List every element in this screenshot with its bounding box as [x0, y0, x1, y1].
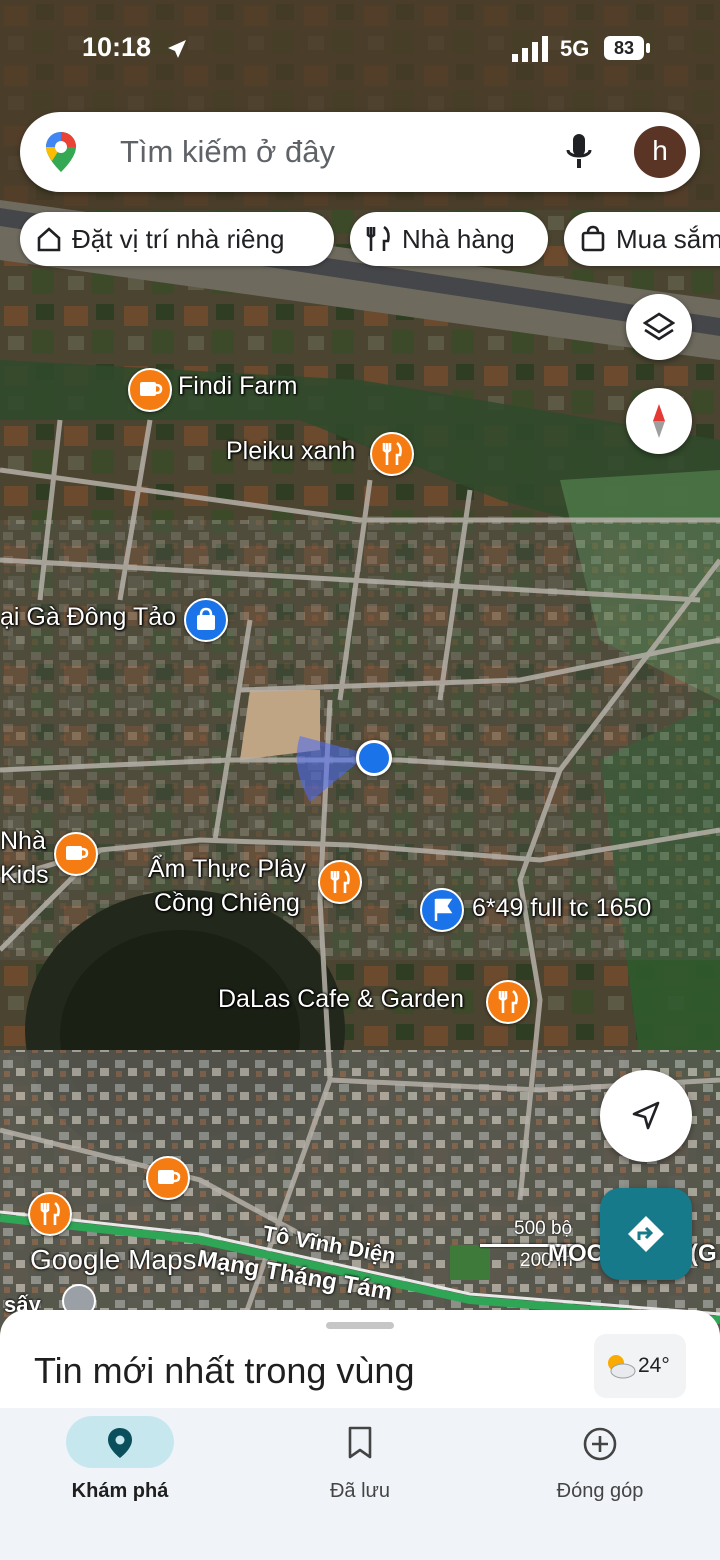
shopping-bag-icon — [581, 225, 605, 252]
chip-shopping[interactable]: Mua sắm — [564, 212, 720, 266]
cafe-icon — [66, 846, 89, 860]
google-maps-logo-icon — [46, 132, 76, 172]
nav-saved[interactable]: Đã lưu — [240, 1408, 480, 1528]
directions-icon — [628, 1216, 664, 1252]
poi-pin-pleiku-xanh[interactable] — [370, 432, 414, 476]
nav-explore[interactable]: Khám phá — [0, 1408, 240, 1528]
weather-chip[interactable]: 24° — [594, 1334, 686, 1398]
restaurant-icon — [366, 225, 390, 251]
partly-cloudy-icon — [608, 1355, 636, 1379]
explore-pin-icon — [108, 1428, 132, 1458]
network-type: 5G — [560, 36, 590, 61]
chip-home[interactable]: Đặt vị trí nhà riêng — [20, 212, 334, 266]
location-arrow-icon — [168, 40, 186, 58]
nav-saved-label: Đã lưu — [329, 1480, 391, 1502]
current-location-dot — [356, 740, 392, 776]
layers-button[interactable] — [626, 294, 692, 360]
status-bar: 10:18 5G 83 — [0, 28, 720, 72]
poi-pin-dalas-cafe[interactable] — [486, 980, 530, 1024]
nav-contribute-label: Đóng góp — [556, 1480, 644, 1502]
directions-button[interactable] — [600, 1188, 692, 1280]
navigation-arrow-icon — [632, 1101, 660, 1130]
sheet-drag-handle[interactable] — [326, 1322, 394, 1329]
google-maps-watermark: Google Maps — [30, 1244, 197, 1275]
poi-pin-flag[interactable] — [420, 888, 464, 932]
poi-pin-am-thuc-play[interactable] — [318, 860, 362, 904]
poi-label-dalas-cafe[interactable]: DaLas Cafe & Garden — [218, 985, 464, 1014]
location-heading-beam — [296, 736, 368, 802]
nav-contribute[interactable]: Đóng góp — [480, 1408, 720, 1528]
search-bar[interactable]: Tìm kiếm ở đây — [20, 112, 700, 192]
chip-restaurants[interactable]: Nhà hàng — [350, 212, 548, 266]
restaurant-icon — [382, 441, 402, 465]
shop-icon — [197, 607, 215, 630]
cafe-icon — [140, 382, 163, 396]
poi-label-ga-dong-tao[interactable]: ại Gà Đông Tảo — [0, 603, 176, 632]
poi-label-findi-farm[interactable]: Findi Farm — [178, 372, 297, 401]
home-icon — [37, 227, 61, 252]
restaurant-icon — [40, 1201, 60, 1225]
add-circle-icon — [583, 1427, 617, 1461]
microphone-icon[interactable] — [566, 132, 592, 172]
satellite-map[interactable]: 10:18 5G 83 Tìm kiếm ở đây h Đặt vị trí … — [0, 0, 720, 1330]
restaurant-icon — [498, 989, 518, 1013]
compass-button[interactable] — [626, 388, 692, 454]
battery-level: 83 — [604, 36, 644, 60]
account-avatar[interactable]: h — [634, 126, 686, 178]
chip-restaurants-label: Nhà hàng — [402, 224, 515, 254]
map-fragment-g: (G — [690, 1240, 717, 1267]
bookmark-icon — [348, 1426, 372, 1459]
poi-pin-cafe-south[interactable] — [146, 1156, 190, 1200]
poi-label-pleiku-xanh[interactable]: Pleiku xanh — [226, 437, 355, 466]
status-time: 10:18 — [82, 32, 152, 62]
signal-bars-icon — [512, 36, 548, 62]
chip-home-label: Đặt vị trí nhà riêng — [72, 224, 285, 254]
scale-label-feet: 500 bộ — [514, 1218, 573, 1239]
chip-shopping-label: Mua sắm — [616, 224, 720, 254]
map-fragment-moc: MOC — [548, 1240, 604, 1267]
battery-cap — [646, 43, 650, 53]
layers-icon — [643, 312, 675, 341]
my-location-button[interactable] — [600, 1070, 692, 1162]
poi-label-am-thuc-play[interactable]: Ẩm Thực Plây Cồng Chiêng — [148, 852, 306, 920]
poi-label-nha-kids[interactable]: Nhà Kids — [0, 824, 49, 892]
poi-pin-findi-farm[interactable] — [128, 368, 172, 412]
restaurant-icon — [330, 869, 350, 893]
poi-pin-ga-dong-tao[interactable] — [184, 598, 228, 642]
cafe-icon — [158, 1170, 181, 1184]
poi-label-flag[interactable]: 6*49 full tc 1650 — [472, 894, 651, 923]
poi-pin-nha-kids[interactable] — [54, 832, 98, 876]
sheet-title: Tin mới nhất trong vùng — [34, 1350, 415, 1391]
nav-explore-label: Khám phá — [71, 1480, 169, 1502]
bottom-sheet[interactable]: Tin mới nhất trong vùng 24° — [0, 1310, 720, 1420]
search-placeholder[interactable]: Tìm kiếm ở đây — [120, 134, 335, 170]
flag-icon — [434, 898, 453, 921]
poi-pin-restaurant-southwest[interactable] — [28, 1192, 72, 1236]
weather-temperature: 24° — [638, 1354, 670, 1377]
compass-icon — [653, 404, 665, 438]
bottom-navigation: Khám phá Đã lưu Đóng góp — [0, 1408, 720, 1560]
